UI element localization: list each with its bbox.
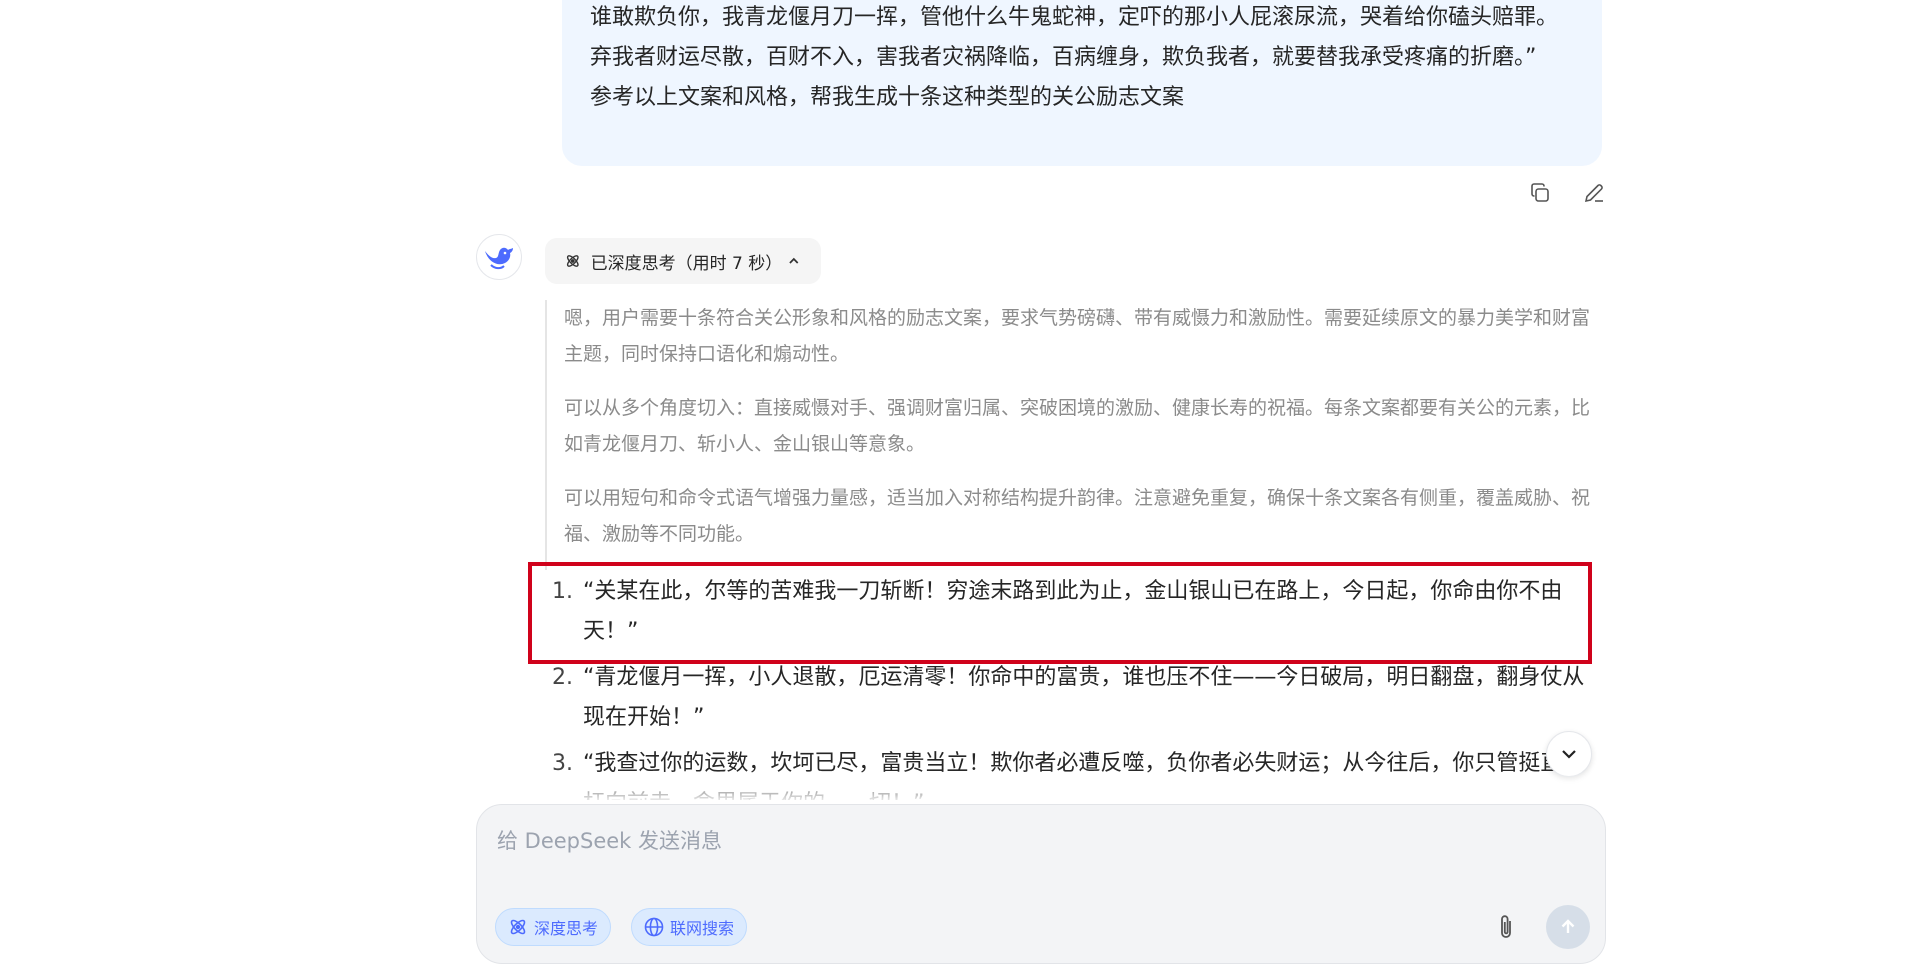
chevron-up-icon xyxy=(789,257,799,264)
chat-scroll-area[interactable]: 谁敢欺负你，我青龙偃月刀一挥，管他什么牛鬼蛇神，定吓的那小人屁滚尿流，哭着给你磕… xyxy=(0,0,1912,800)
edit-button[interactable] xyxy=(1579,178,1609,208)
arrow-up-icon xyxy=(1561,919,1575,933)
deep-think-button[interactable]: 深度思考 xyxy=(495,908,612,946)
thinking-toggle[interactable]: 已深度思考（用时 7 秒） xyxy=(545,238,821,284)
answer-item: 1. “关某在此，尔等的苦难我一刀斩断！穷途末路到此为止，金山银山已在路上，今日… xyxy=(552,572,1602,652)
send-button[interactable] xyxy=(1546,905,1590,949)
thinking-paragraph: 可以从多个角度切入：直接威慑对手、强调财富归属、突破困境的激励、健康长寿的祝福。… xyxy=(564,397,1591,455)
message-actions xyxy=(1525,178,1609,208)
answer-item: 2. “青龙偃月一挥，小人退散，厄运清零！你命中的富贵，谁也压不住——今日破局，… xyxy=(552,658,1602,738)
deepseek-whale-icon xyxy=(485,247,513,270)
message-composer: 深度思考 联网搜索 xyxy=(476,804,1606,964)
user-message-line: 弃我者财运尽散，百财不入，害我者灾祸降临，百病缠身，欺负我者，就要替我承受疼痛的… xyxy=(590,45,1537,70)
copy-icon xyxy=(1531,183,1549,202)
answer-text: “青龙偃月一挥，小人退散，厄运清零！你命中的富贵，谁也压不住——今日破局，明日翻… xyxy=(583,665,1585,730)
chevron-down-icon xyxy=(1562,750,1576,759)
answer-text: “关某在此，尔等的苦难我一刀斩断！穷途末路到此为止，金山银山已在路上，今日起，你… xyxy=(583,579,1563,644)
paperclip-icon xyxy=(1501,915,1511,938)
answer-list: 1. “关某在此，尔等的苦难我一刀斩断！穷途末路到此为止，金山银山已在路上，今日… xyxy=(552,572,1602,800)
message-input[interactable] xyxy=(495,823,1579,887)
scroll-fade xyxy=(0,770,1912,800)
web-search-button[interactable]: 联网搜索 xyxy=(631,908,748,946)
copy-button[interactable] xyxy=(1525,178,1555,208)
user-message-bubble: 谁敢欺负你，我青龙偃月刀一挥，管他什么牛鬼蛇神，定吓的那小人屁滚尿流，哭着给你磕… xyxy=(562,0,1602,166)
answer-number: 2. xyxy=(552,665,573,690)
thinking-content: 嗯，用户需要十条符合关公形象和风格的励志文案，要求气势磅礴、带有威慑力和激励性。… xyxy=(545,300,1605,570)
thinking-label: 已深度思考（用时 7 秒） xyxy=(590,253,783,274)
attach-file-button[interactable] xyxy=(1489,909,1523,945)
deep-think-label: 深度思考 xyxy=(534,919,599,938)
deep-think-icon xyxy=(510,919,526,935)
thinking-paragraph: 可以用短句和命令式语气增强力量感，适当加入对称结构提升韵律。注意避免重复，确保十… xyxy=(564,487,1591,545)
web-search-label: 联网搜索 xyxy=(670,919,735,938)
edit-icon xyxy=(1584,184,1603,203)
answer-number: 1. xyxy=(552,579,573,604)
globe-icon xyxy=(644,917,664,937)
user-message-line: 谁敢欺负你，我青龙偃月刀一挥，管他什么牛鬼蛇神，定吓的那小人屁滚尿流，哭着给你磕… xyxy=(590,5,1559,30)
thinking-paragraph: 嗯，用户需要十条符合关公形象和风格的励志文案，要求气势磅礴、带有威慑力和激励性。… xyxy=(564,307,1591,365)
user-message-line: 参考以上文案和风格，帮我生成十条这种类型的关公励志文案 xyxy=(590,85,1185,110)
assistant-avatar xyxy=(476,234,522,280)
deep-think-icon xyxy=(566,255,579,267)
